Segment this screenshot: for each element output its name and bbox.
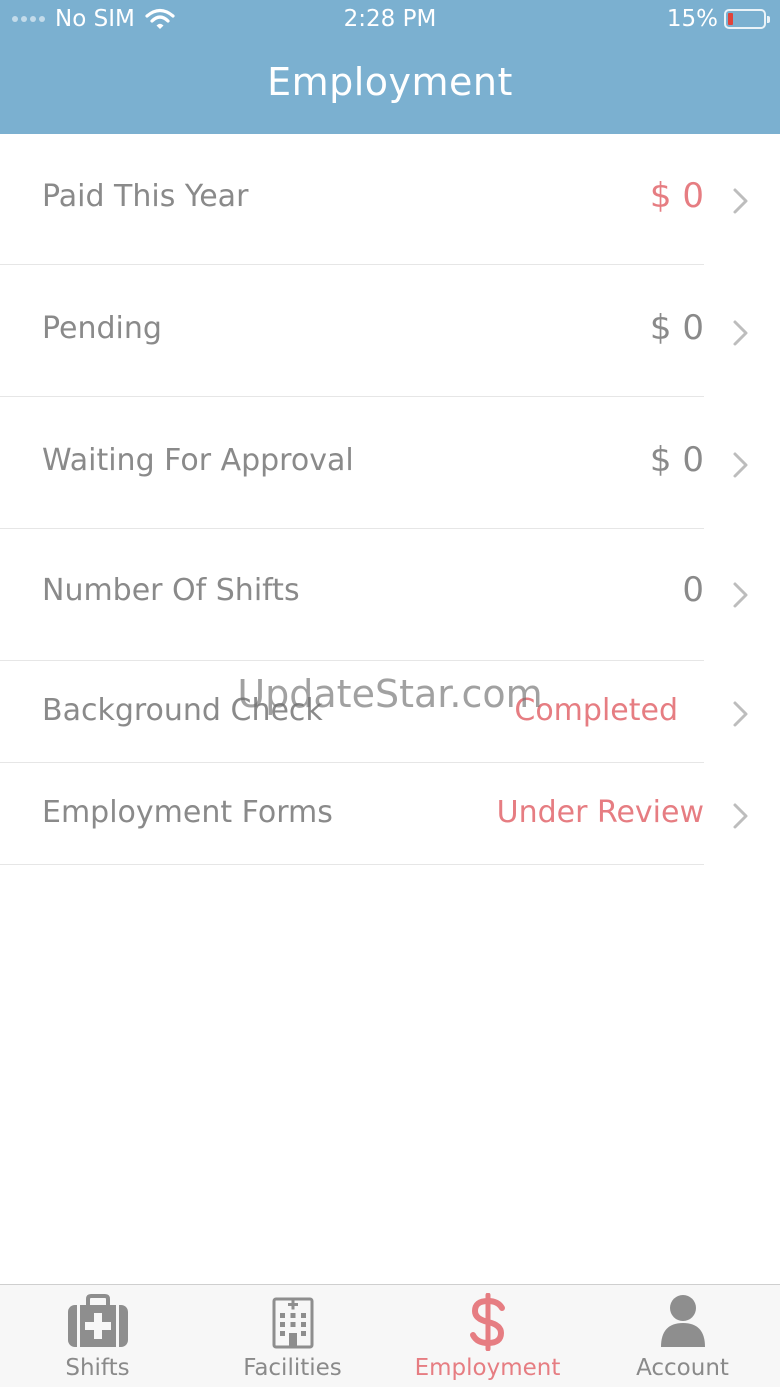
chevron-right-icon	[733, 452, 748, 478]
page-title: Employment	[267, 60, 513, 104]
row-label: Background Check	[42, 693, 323, 728]
row-value: Under Review	[496, 795, 704, 830]
clock: 2:28 PM	[343, 6, 437, 32]
tab-bar: Shifts Facilities Employment Account	[0, 1284, 780, 1387]
status-bar-right: 15%	[666, 6, 770, 32]
battery-percentage: 15%	[666, 6, 718, 32]
tab-label: Facilities	[243, 1355, 342, 1381]
person-icon	[585, 1293, 780, 1351]
chevron-right-icon	[733, 803, 748, 829]
dollar-icon	[390, 1293, 585, 1351]
row-waiting-for-approval[interactable]: Waiting For Approval $ 0	[0, 397, 780, 529]
chevron-right-icon	[733, 582, 748, 608]
tab-label: Account	[636, 1355, 729, 1381]
row-label: Pending	[42, 311, 162, 346]
tab-label: Employment	[414, 1355, 561, 1381]
battery-level	[728, 13, 733, 25]
app-header: No SIM 2:28 PM 15% Employment	[0, 0, 780, 134]
row-value: $ 0	[649, 176, 704, 216]
divider	[0, 864, 704, 865]
medical-kit-icon	[0, 1293, 195, 1351]
tab-shifts[interactable]: Shifts	[0, 1285, 195, 1387]
row-value: $ 0	[649, 440, 704, 480]
tab-label: Shifts	[65, 1355, 130, 1381]
row-label: Number Of Shifts	[42, 573, 300, 608]
tab-account[interactable]: Account	[585, 1285, 780, 1387]
tab-employment[interactable]: Employment	[390, 1285, 585, 1387]
row-label: Employment Forms	[42, 795, 333, 830]
battery-icon	[724, 9, 770, 29]
row-label: Paid This Year	[42, 179, 249, 214]
tab-facilities[interactable]: Facilities	[195, 1285, 390, 1387]
row-pending[interactable]: Pending $ 0	[0, 265, 780, 397]
row-value: $ 0	[649, 308, 704, 348]
row-background-check[interactable]: Background Check Completed	[0, 661, 780, 763]
status-bar: No SIM 2:28 PM 15%	[0, 0, 780, 44]
chevron-right-icon	[733, 320, 748, 346]
row-paid-this-year[interactable]: Paid This Year $ 0	[0, 134, 780, 265]
chevron-right-icon	[733, 701, 748, 727]
row-value: Completed	[514, 693, 678, 728]
chevron-right-icon	[733, 188, 748, 214]
row-label: Waiting For Approval	[42, 443, 354, 478]
employment-list: Paid This Year $ 0 Pending $ 0 Waiting F…	[0, 134, 780, 865]
row-employment-forms[interactable]: Employment Forms Under Review	[0, 763, 780, 865]
building-icon	[195, 1293, 390, 1351]
row-number-of-shifts[interactable]: Number Of Shifts 0	[0, 529, 780, 661]
row-value: 0	[682, 570, 704, 610]
